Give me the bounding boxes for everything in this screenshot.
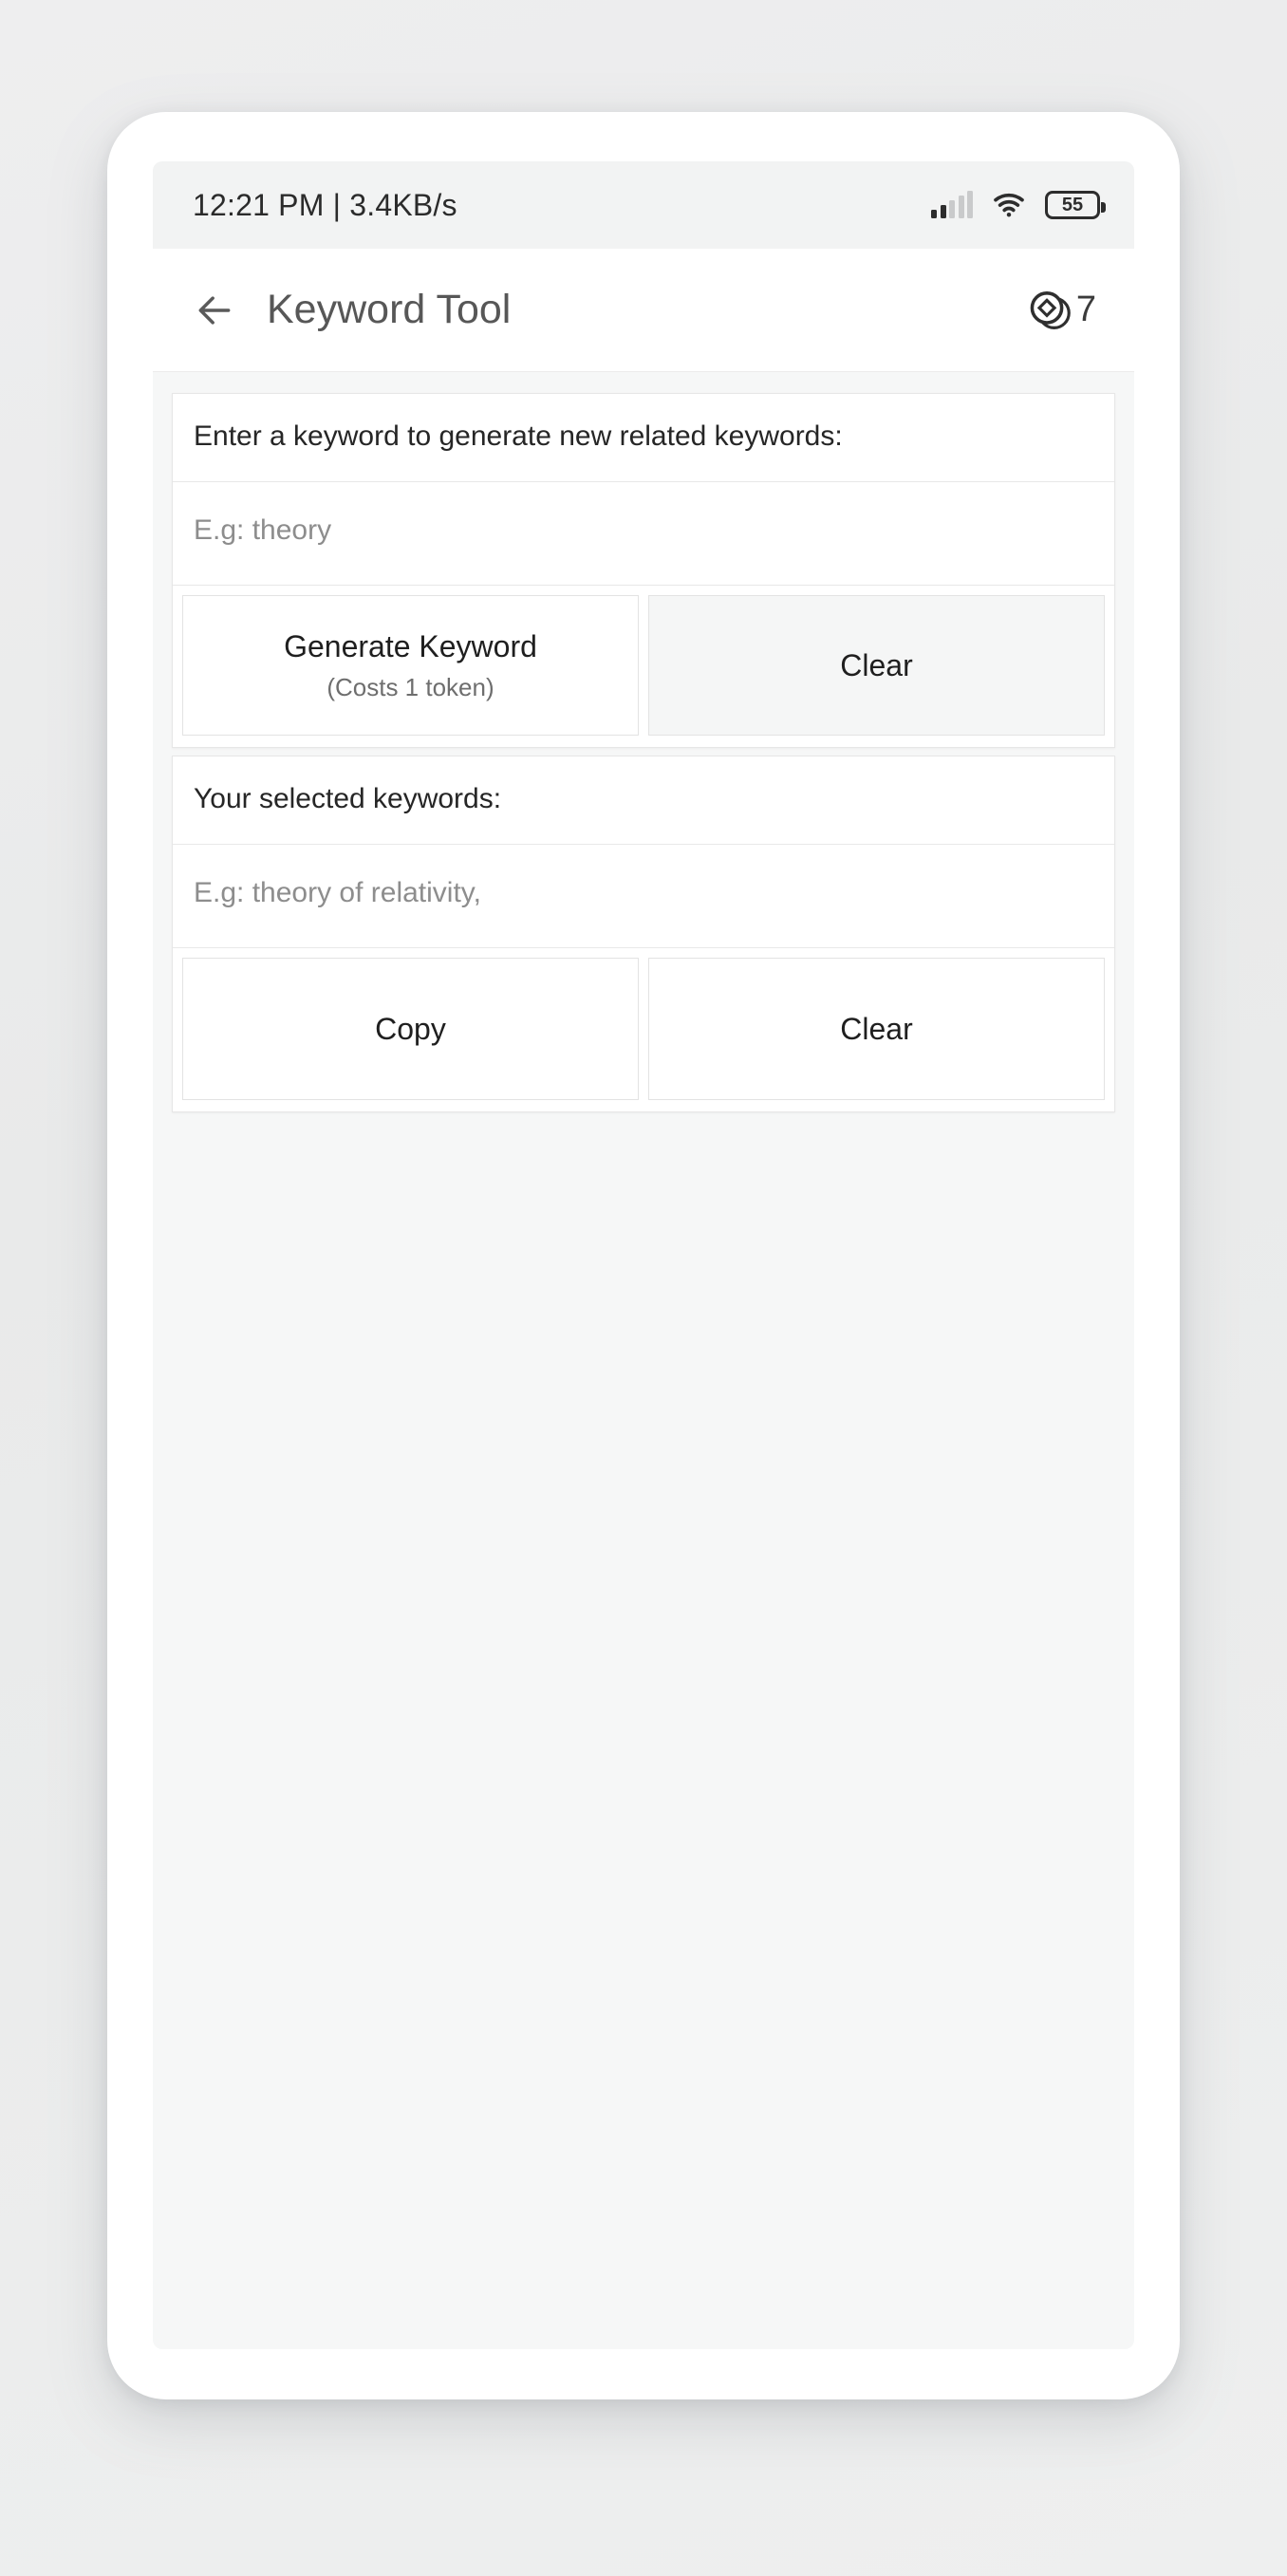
battery-level-text: 55 [1061, 195, 1084, 215]
selected-keywords-card: Your selected keywords: E.g: theory of r… [172, 756, 1115, 1112]
phone-screen: 12:21 PM | 3.4KB/s 55 Keyword Tool 7 Ent… [153, 161, 1134, 2349]
page-title: Keyword Tool [267, 287, 512, 332]
clear-selected-button-label: Clear [840, 1011, 913, 1046]
page-background: 12:21 PM | 3.4KB/s 55 Keyword Tool 7 Ent… [0, 0, 1287, 2576]
clear-keyword-button-label: Clear [840, 647, 913, 682]
clear-keyword-button[interactable]: Clear [648, 595, 1105, 736]
back-button[interactable] [185, 281, 244, 340]
token-balance[interactable]: 7 [1025, 286, 1096, 335]
status-bar: 12:21 PM | 3.4KB/s 55 [153, 161, 1134, 249]
generate-keyword-label: Enter a keyword to generate new related … [173, 394, 1114, 482]
generate-keyword-card: Enter a keyword to generate new related … [172, 393, 1115, 748]
generate-keyword-button[interactable]: Generate Keyword (Costs 1 token) [182, 595, 639, 736]
generate-keyword-button-label: Generate Keyword [284, 629, 537, 664]
selected-keywords-label: Your selected keywords: [173, 756, 1114, 845]
main-content: Enter a keyword to generate new related … [153, 372, 1134, 2349]
token-count-text: 7 [1075, 289, 1096, 329]
app-bar: Keyword Tool 7 [153, 249, 1134, 372]
selected-keywords-input[interactable]: E.g: theory of relativity, [173, 845, 1114, 948]
keyword-input[interactable]: E.g: theory [173, 482, 1114, 586]
battery-icon: 55 [1045, 191, 1106, 219]
copy-button-label: Copy [375, 1011, 446, 1046]
status-time-network: 12:21 PM | 3.4KB/s [193, 187, 457, 222]
generate-actions-row: Generate Keyword (Costs 1 token) Clear [173, 586, 1114, 747]
clear-selected-button[interactable]: Clear [648, 958, 1105, 1100]
status-icons: 55 [931, 191, 1106, 219]
back-arrow-icon [194, 289, 235, 331]
selected-actions-row: Copy Clear [173, 948, 1114, 1111]
token-coin-icon [1025, 286, 1074, 335]
copy-button[interactable]: Copy [182, 958, 639, 1100]
signal-bars-icon [931, 191, 973, 218]
wifi-icon [991, 192, 1027, 218]
phone-frame: 12:21 PM | 3.4KB/s 55 Keyword Tool 7 Ent… [107, 112, 1180, 2399]
generate-keyword-button-cost: (Costs 1 token) [326, 672, 494, 701]
